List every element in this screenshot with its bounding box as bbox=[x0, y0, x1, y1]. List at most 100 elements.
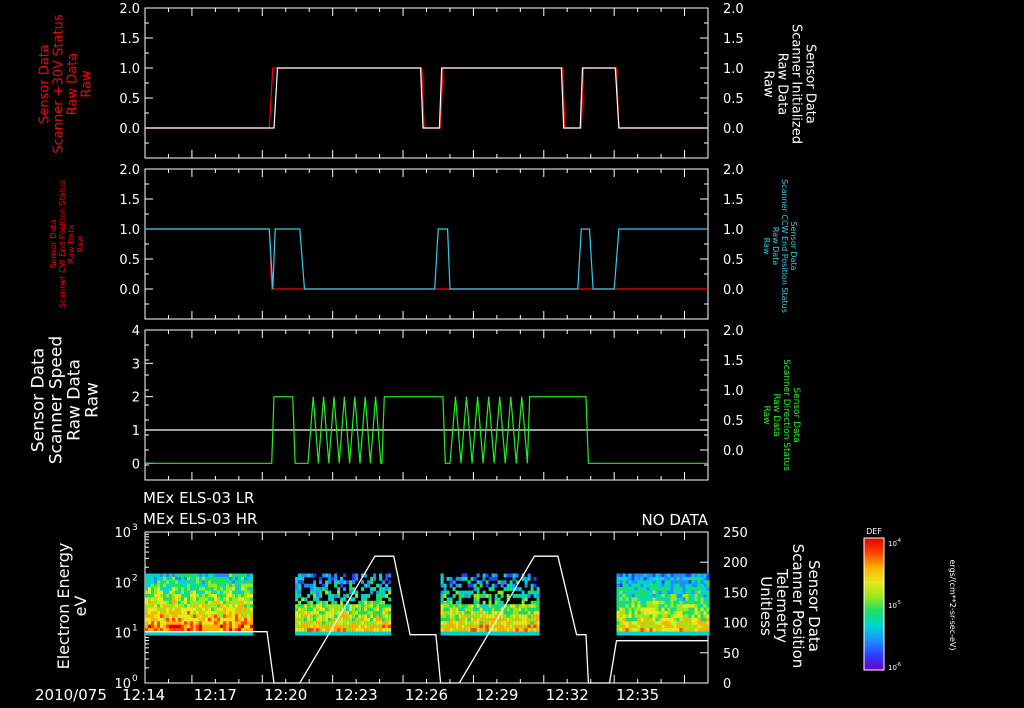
spectrogram-cell bbox=[379, 611, 383, 615]
spectrogram-cell bbox=[334, 628, 338, 632]
spectrogram-cell bbox=[512, 604, 516, 609]
panel-2-right-label-line: Raw bbox=[762, 238, 771, 255]
spectrogram-cell bbox=[500, 624, 504, 629]
spectrogram-cell bbox=[355, 611, 359, 615]
spectrogram-cell bbox=[679, 587, 683, 591]
spectrogram-cell bbox=[208, 600, 211, 605]
spectrogram-cell bbox=[479, 604, 483, 609]
spectrogram-cell bbox=[205, 573, 208, 578]
spectrogram-cell bbox=[518, 628, 522, 632]
spectrogram-cell bbox=[676, 604, 680, 609]
spectrogram-cell bbox=[229, 594, 232, 598]
spectrogram-cell bbox=[443, 594, 447, 598]
y-tick-label-right: 100 bbox=[723, 617, 748, 632]
spectrogram-cell bbox=[319, 614, 323, 619]
spectrogram-cell bbox=[631, 587, 635, 591]
spectrogram-cell bbox=[376, 628, 380, 632]
spectrogram-cell bbox=[491, 611, 495, 615]
panel-4-left-label-line: eV bbox=[71, 596, 90, 617]
spectrogram-cell bbox=[524, 631, 528, 636]
spectrogram-cell bbox=[485, 624, 489, 629]
y-tick-label-right: 1.5 bbox=[723, 193, 744, 208]
spectrogram-cell bbox=[184, 587, 187, 591]
spectrogram-cell bbox=[361, 611, 365, 615]
spectrogram-cell bbox=[634, 583, 638, 588]
spectrogram-cell bbox=[337, 580, 341, 585]
spectrogram-cell bbox=[631, 621, 635, 626]
spectrogram-cell bbox=[649, 594, 653, 598]
spectrogram-cell bbox=[461, 614, 465, 619]
spectrogram-cell bbox=[157, 624, 160, 629]
spectrogram-cell bbox=[208, 576, 211, 581]
spectrogram-cell bbox=[440, 607, 444, 612]
spectrogram-cell bbox=[488, 621, 492, 626]
spectrogram-cell bbox=[169, 587, 172, 591]
spectrogram-cell bbox=[643, 583, 647, 588]
spectrogram-cell bbox=[241, 614, 244, 619]
spectrogram-cell bbox=[346, 594, 350, 598]
spectrogram-cell bbox=[226, 587, 229, 591]
spectrogram-cell bbox=[476, 600, 480, 605]
spectrogram-cell bbox=[640, 628, 644, 632]
spectrogram-cell bbox=[376, 583, 380, 588]
spectrogram-cell bbox=[625, 628, 629, 632]
spectrogram-cell bbox=[455, 621, 459, 626]
spectrogram-cell bbox=[250, 617, 253, 622]
spectrogram-cell bbox=[449, 583, 453, 588]
spectrogram-cell bbox=[163, 611, 166, 615]
spectrogram-cell bbox=[634, 576, 638, 581]
spectrogram-cell bbox=[220, 590, 223, 595]
spectrogram-cell bbox=[667, 590, 671, 595]
spectrogram-cell bbox=[658, 594, 662, 598]
spectrogram-cell bbox=[199, 580, 202, 585]
spectrogram-cell bbox=[148, 624, 151, 629]
spectrogram-cell bbox=[473, 621, 477, 626]
spectrogram-cell bbox=[506, 583, 510, 588]
spectrogram-cell bbox=[676, 573, 680, 578]
spectrogram-cell bbox=[494, 597, 498, 602]
spectrogram-cell bbox=[658, 617, 662, 622]
spectrogram-cell bbox=[166, 624, 169, 629]
spectrogram-cell bbox=[250, 604, 253, 609]
spectrogram-cell bbox=[313, 573, 317, 578]
spectrogram-cell bbox=[295, 587, 299, 591]
spectrogram-cell bbox=[154, 600, 157, 605]
spectrogram-cell bbox=[250, 600, 253, 605]
spectrogram-cell bbox=[361, 587, 365, 591]
spectrogram-cell bbox=[187, 614, 190, 619]
spectrogram-cell bbox=[464, 573, 468, 578]
spectrogram-cell bbox=[349, 611, 353, 615]
spectrogram-cell bbox=[211, 607, 214, 612]
spectrogram-cell bbox=[154, 590, 157, 595]
spectrogram-cell bbox=[304, 597, 308, 602]
spectrogram-cell bbox=[229, 617, 232, 622]
spectrogram-cell bbox=[482, 590, 486, 595]
spectrogram-cell bbox=[388, 580, 392, 585]
spectrogram-cell bbox=[631, 583, 635, 588]
spectrogram-cell bbox=[655, 611, 659, 615]
spectrogram-cell bbox=[625, 590, 629, 595]
spectrogram-cell bbox=[643, 631, 647, 636]
spectrogram-cell bbox=[148, 587, 151, 591]
spectrogram-cell bbox=[382, 628, 386, 632]
spectrogram-cell bbox=[628, 607, 632, 612]
spectrogram-cell bbox=[625, 607, 629, 612]
spectrogram-cell bbox=[244, 611, 247, 615]
spectrogram-cell bbox=[385, 628, 389, 632]
spectrogram-cell bbox=[169, 594, 172, 598]
spectrogram-cell bbox=[145, 594, 148, 598]
spectrogram-cell bbox=[703, 624, 707, 629]
spectrogram-cell bbox=[316, 590, 320, 595]
spectrogram-cell bbox=[503, 631, 507, 636]
spectrogram-cell bbox=[220, 611, 223, 615]
spectrogram-cell bbox=[694, 611, 698, 615]
spectrogram-cell bbox=[649, 587, 653, 591]
spectrogram-cell bbox=[361, 614, 365, 619]
spectrogram-cell bbox=[488, 594, 492, 598]
spectrogram-cell bbox=[355, 617, 359, 622]
spectrogram-cell bbox=[670, 580, 674, 585]
spectrogram-cell bbox=[367, 600, 371, 605]
spectrogram-cell bbox=[443, 631, 447, 636]
spectrogram-cell bbox=[334, 631, 338, 636]
spectrogram-cell bbox=[694, 583, 698, 588]
